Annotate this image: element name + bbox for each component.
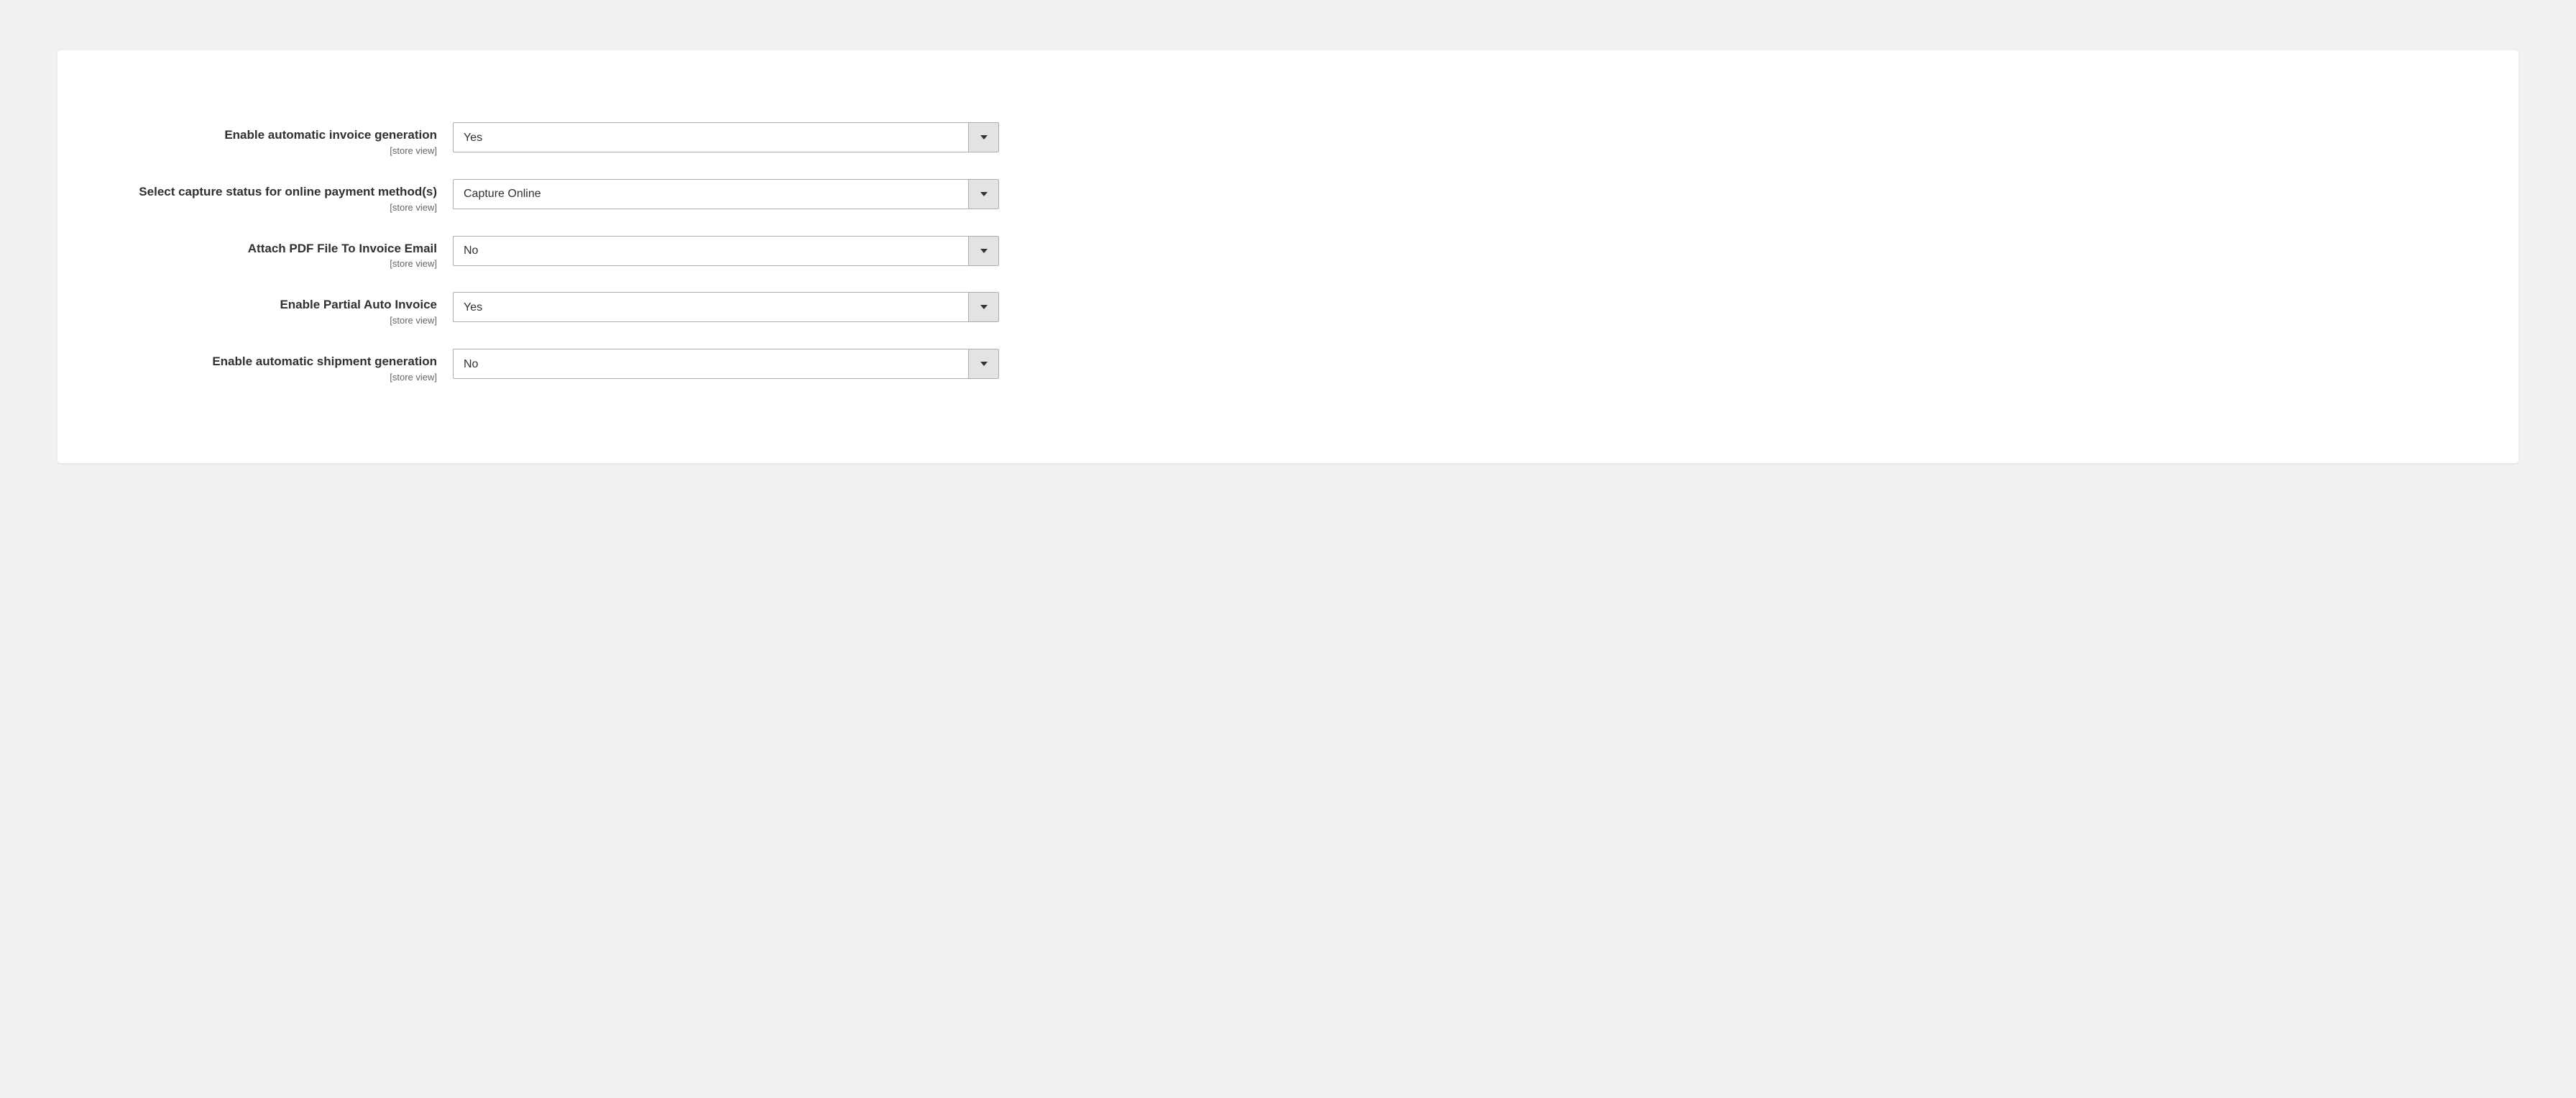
enable-partial-auto-invoice-select[interactable]: Yes	[453, 292, 999, 322]
row-capture-status: Select capture status for online payment…	[115, 179, 2461, 213]
label-col: Enable automatic invoice generation [sto…	[115, 122, 453, 156]
attach-pdf-select[interactable]: No	[453, 236, 999, 266]
settings-panel: Enable automatic invoice generation [sto…	[58, 50, 2518, 463]
row-enable-partial-auto-invoice: Enable Partial Auto Invoice [store view]…	[115, 292, 2461, 326]
control-col: No	[453, 236, 2461, 266]
enable-auto-shipment-select[interactable]: No	[453, 349, 999, 379]
scope-label: [store view]	[115, 315, 437, 326]
scope-label: [store view]	[115, 145, 437, 156]
control-col: Capture Online	[453, 179, 2461, 209]
select-wrap: No	[453, 236, 999, 266]
scope-label: [store view]	[115, 258, 437, 269]
control-col: No	[453, 349, 2461, 379]
label-col: Enable automatic shipment generation [st…	[115, 349, 453, 383]
scope-label: [store view]	[115, 372, 437, 383]
row-enable-auto-shipment: Enable automatic shipment generation [st…	[115, 349, 2461, 383]
control-col: Yes	[453, 292, 2461, 322]
select-wrap: Capture Online	[453, 179, 999, 209]
enable-auto-invoice-select[interactable]: Yes	[453, 122, 999, 152]
row-enable-auto-invoice: Enable automatic invoice generation [sto…	[115, 122, 2461, 156]
field-label: Select capture status for online payment…	[115, 183, 437, 201]
label-col: Select capture status for online payment…	[115, 179, 453, 213]
field-label: Enable automatic invoice generation	[115, 127, 437, 144]
scope-label: [store view]	[115, 202, 437, 213]
label-col: Enable Partial Auto Invoice [store view]	[115, 292, 453, 326]
field-label: Enable automatic shipment generation	[115, 353, 437, 370]
field-label: Enable Partial Auto Invoice	[115, 296, 437, 314]
control-col: Yes	[453, 122, 2461, 152]
select-wrap: Yes	[453, 122, 999, 152]
capture-status-select[interactable]: Capture Online	[453, 179, 999, 209]
row-attach-pdf: Attach PDF File To Invoice Email [store …	[115, 236, 2461, 270]
label-col: Attach PDF File To Invoice Email [store …	[115, 236, 453, 270]
select-wrap: Yes	[453, 292, 999, 322]
field-label: Attach PDF File To Invoice Email	[115, 240, 437, 257]
select-wrap: No	[453, 349, 999, 379]
